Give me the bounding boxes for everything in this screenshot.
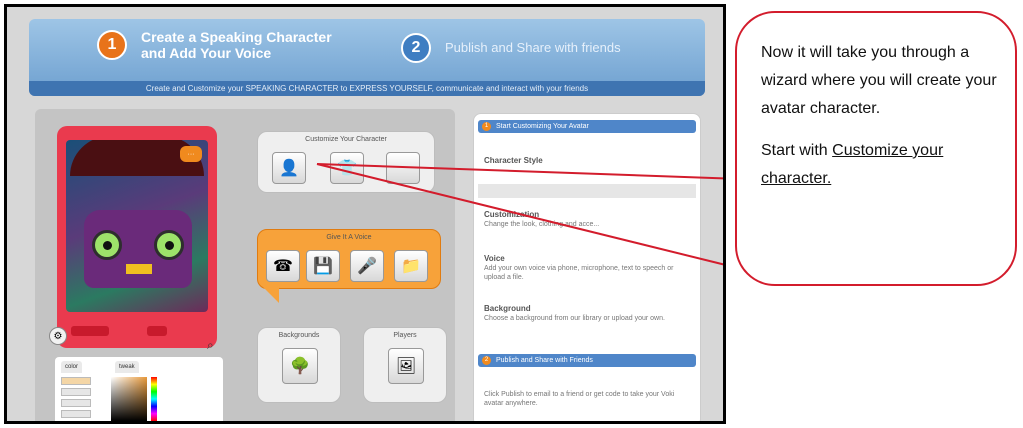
- pointer-line: [316, 163, 723, 266]
- callout-prefix: Start with: [761, 142, 833, 159]
- callout-text: Now it will take you through a wizard wh…: [761, 39, 1001, 193]
- pointer-line: [316, 163, 723, 180]
- instruction-callout: Now it will take you through a wizard wh…: [735, 11, 1017, 286]
- app-screenshot: 1 Create a Speaking Character and Add Yo…: [4, 4, 726, 424]
- callout-paragraph-2: Start with Customize your character.: [761, 137, 1001, 193]
- pointer-lines: [316, 163, 723, 266]
- callout-paragraph-1: Now it will take you through a wizard wh…: [761, 44, 997, 117]
